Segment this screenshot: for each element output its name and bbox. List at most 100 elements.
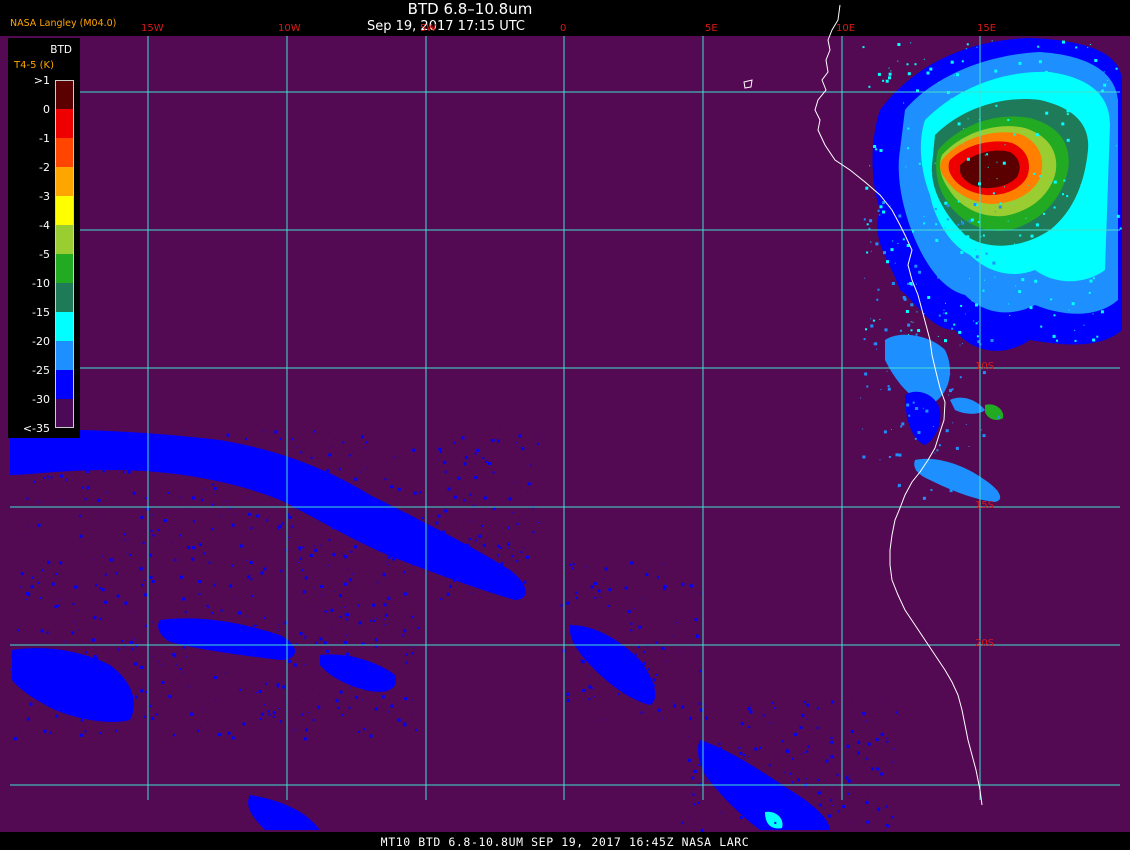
- cloud-pixel: [385, 669, 388, 672]
- cloud-pixel: [536, 442, 539, 445]
- cloud-pixel: [1094, 59, 1098, 62]
- cloud-pixel: [384, 576, 386, 578]
- cloud-pixel: [948, 394, 950, 396]
- cloud-pixel: [365, 507, 368, 510]
- cloud-pixel: [420, 544, 423, 547]
- cloud-pixel: [354, 502, 356, 504]
- cloud-pixel: [1018, 61, 1022, 65]
- cloud-pixel: [719, 747, 722, 749]
- cloud-pixel: [749, 704, 751, 706]
- cloud-pixel: [182, 597, 186, 601]
- cloud-pixel: [66, 439, 69, 442]
- cloud-pixel: [331, 627, 333, 629]
- cloud-pixel: [474, 476, 478, 479]
- cloud-pixel: [1066, 113, 1069, 116]
- cloud-pixel: [339, 615, 342, 618]
- cloud-pixel: [600, 627, 602, 629]
- cloud-pixel: [374, 707, 378, 711]
- cloud-pixel: [917, 431, 921, 434]
- cloud-pixel: [472, 592, 474, 594]
- cloud-pixel: [500, 547, 502, 549]
- cloud-pixel: [145, 691, 148, 694]
- cloud-pixel: [816, 707, 819, 710]
- cloud-pixel: [219, 466, 221, 468]
- cloud-pixel: [272, 711, 276, 714]
- cloud-pixel: [748, 726, 751, 728]
- cloud-pixel: [219, 514, 221, 516]
- cloud-pixel: [239, 544, 243, 548]
- cloud-pixel: [312, 508, 315, 511]
- cloud-pixel: [125, 552, 127, 554]
- cloud-pixel: [350, 550, 353, 553]
- cloud-pixel: [354, 477, 358, 481]
- cloud-pixel: [102, 555, 104, 557]
- cloud-pixel: [201, 499, 203, 502]
- cloud-pixel: [819, 825, 822, 828]
- legend-swatch: [56, 109, 74, 138]
- cloud-pixel: [337, 706, 340, 709]
- cloud-pixel: [1019, 257, 1021, 259]
- cloud-pixel: [420, 525, 424, 529]
- cloud-pixel: [370, 534, 373, 537]
- cloud-pixel: [37, 523, 41, 527]
- cloud-pixel: [895, 359, 897, 361]
- cloud-pixel: [127, 470, 131, 474]
- cloud-pixel: [182, 645, 186, 649]
- cloud-pixel: [514, 436, 516, 438]
- lat-label-10s: 10S: [975, 361, 995, 372]
- legend-label: -20: [32, 335, 50, 348]
- cloud-pixel: [520, 551, 523, 553]
- cloud-pixel: [391, 526, 393, 529]
- cloud-pixel: [810, 815, 813, 818]
- cloud-pixel: [1092, 277, 1095, 280]
- cloud-pixel: [352, 573, 353, 575]
- cloud-pixel: [115, 572, 118, 575]
- cloud-pixel: [303, 737, 307, 741]
- cloud-pixel: [590, 585, 594, 589]
- cloud-pixel: [526, 555, 529, 559]
- cloud-pixel: [207, 607, 209, 609]
- cloud-pixel: [831, 804, 833, 806]
- cloud-pixel: [329, 431, 331, 433]
- cloud-pixel: [514, 482, 516, 484]
- cloud-pixel: [412, 646, 414, 648]
- cloud-pixel: [192, 520, 195, 523]
- cloud-pixel: [382, 572, 386, 576]
- cloud-pixel: [884, 328, 888, 332]
- cloud-pixel: [575, 619, 576, 621]
- cloud-pixel: [85, 670, 89, 674]
- cloud-pixel: [662, 717, 663, 719]
- cloud-pixel: [310, 456, 313, 459]
- cloud-pixel: [437, 459, 439, 461]
- cloud-pixel: [914, 63, 917, 66]
- cloud-pixel: [413, 491, 417, 495]
- cloud-pixel: [566, 601, 570, 605]
- cloud-pixel: [313, 430, 316, 433]
- cloud-pixel: [90, 449, 93, 452]
- cloud-pixel: [104, 600, 108, 604]
- cloud-pixel: [888, 67, 890, 69]
- cloud-pixel: [442, 530, 446, 534]
- cloud-pixel: [295, 447, 297, 449]
- cloud-pixel: [982, 434, 986, 438]
- cloud-pixel: [435, 521, 439, 525]
- cloud-pixel: [880, 732, 884, 736]
- cloud-pixel: [870, 241, 872, 243]
- cloud-pixel: [361, 699, 363, 701]
- cloud-pixel: [907, 334, 909, 335]
- cloud-pixel: [318, 694, 320, 696]
- cloud-pixel: [693, 770, 697, 773]
- cloud-pixel: [326, 469, 330, 473]
- cloud-pixel: [373, 526, 375, 528]
- cloud-pixel: [1062, 40, 1065, 44]
- cloud-pixel: [796, 799, 798, 801]
- cloud-pixel: [772, 788, 776, 792]
- cloud-pixel: [299, 632, 303, 635]
- cloud-pixel: [572, 563, 575, 566]
- cloud-pixel: [346, 618, 349, 621]
- cloud-pixel: [461, 436, 465, 440]
- cloud-pixel: [758, 812, 760, 814]
- cloud-pixel: [212, 483, 215, 486]
- cloud-pixel: [42, 694, 45, 697]
- legend-swatch: [56, 283, 74, 312]
